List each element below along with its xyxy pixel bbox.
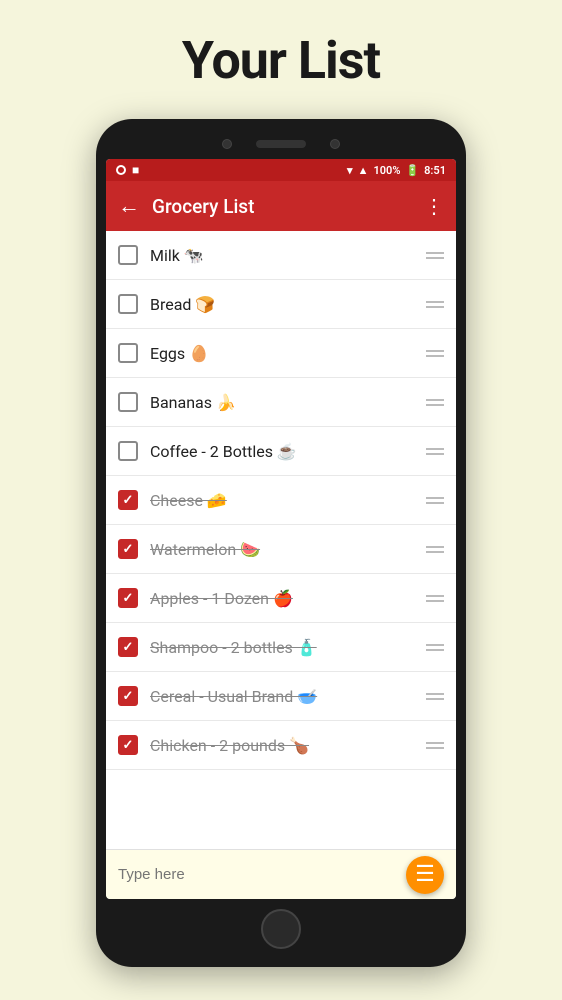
drag-handle[interactable] <box>426 644 444 651</box>
status-record-icon <box>116 165 126 175</box>
item-text: Shampoo - 2 bottles 🧴 <box>150 638 414 657</box>
add-icon: ☰ <box>415 864 435 886</box>
signal-icon: ▲ <box>358 164 369 177</box>
item-checkbox[interactable]: ✓ <box>118 588 138 608</box>
item-checkbox[interactable] <box>118 392 138 412</box>
item-checkbox[interactable]: ✓ <box>118 686 138 706</box>
checkmark-icon: ✓ <box>123 640 134 655</box>
list-item: Bread 🍞 <box>106 280 456 329</box>
bottom-bar: ☰ <box>106 849 456 899</box>
checkmark-icon: ✓ <box>123 493 134 508</box>
item-checkbox[interactable]: ✓ <box>118 490 138 510</box>
item-checkbox[interactable] <box>118 441 138 461</box>
drag-handle[interactable] <box>426 399 444 406</box>
type-here-input[interactable] <box>118 866 396 883</box>
drag-handle[interactable] <box>426 448 444 455</box>
item-checkbox[interactable] <box>118 343 138 363</box>
checkmark-icon: ✓ <box>123 542 134 557</box>
page-title: Your List <box>182 30 380 91</box>
item-checkbox[interactable]: ✓ <box>118 539 138 559</box>
toolbar-title: Grocery List <box>152 195 412 218</box>
phone-top-bar <box>106 133 456 159</box>
add-item-button[interactable]: ☰ <box>406 856 444 894</box>
item-checkbox[interactable] <box>118 245 138 265</box>
status-sim-icon: ■ <box>132 163 139 177</box>
list-item: Eggs 🥚 <box>106 329 456 378</box>
drag-handle[interactable] <box>426 497 444 504</box>
drag-handle[interactable] <box>426 595 444 602</box>
grocery-list: Milk 🐄 Bread 🍞 Eggs 🥚 Bananas 🍌 Coffee - 2 B… <box>106 231 456 849</box>
item-checkbox[interactable]: ✓ <box>118 735 138 755</box>
battery-icon: 🔋 <box>405 164 419 177</box>
phone-bottom-bar <box>106 899 456 953</box>
item-text: Cereal - Usual Brand 🥣 <box>150 687 414 706</box>
list-item: Milk 🐄 <box>106 231 456 280</box>
checkmark-icon: ✓ <box>123 689 134 704</box>
checkmark-icon: ✓ <box>123 738 134 753</box>
wifi-icon: ▾ <box>347 164 353 177</box>
front-camera <box>222 139 232 149</box>
item-checkbox[interactable] <box>118 294 138 314</box>
item-text: Watermelon 🍉 <box>150 540 414 559</box>
item-text: Milk 🐄 <box>150 246 414 265</box>
drag-handle[interactable] <box>426 693 444 700</box>
toolbar: ← Grocery List ⋮ <box>106 181 456 231</box>
list-item: Bananas 🍌 <box>106 378 456 427</box>
phone-speaker <box>256 140 306 148</box>
item-text: Eggs 🥚 <box>150 344 414 363</box>
item-text: Apples - 1 Dozen 🍎 <box>150 589 414 608</box>
list-item: ✓ Cereal - Usual Brand 🥣 <box>106 672 456 721</box>
drag-handle[interactable] <box>426 742 444 749</box>
list-item: ✓ Apples - 1 Dozen 🍎 <box>106 574 456 623</box>
item-text: Cheese 🧀 <box>150 491 414 510</box>
item-text: Bananas 🍌 <box>150 393 414 412</box>
front-sensor <box>330 139 340 149</box>
status-left: ■ <box>116 163 139 177</box>
list-item: Coffee - 2 Bottles ☕ <box>106 427 456 476</box>
status-bar: ■ ▾ ▲ 100% 🔋 8:51 <box>106 159 456 181</box>
drag-handle[interactable] <box>426 546 444 553</box>
item-checkbox[interactable]: ✓ <box>118 637 138 657</box>
phone-screen: ■ ▾ ▲ 100% 🔋 8:51 ← Grocery List ⋮ Milk … <box>106 159 456 899</box>
home-button[interactable] <box>261 909 301 949</box>
phone-device: ■ ▾ ▲ 100% 🔋 8:51 ← Grocery List ⋮ Milk … <box>96 119 466 967</box>
battery-text: 100% <box>373 164 400 177</box>
item-text: Chicken - 2 pounds 🍗 <box>150 736 414 755</box>
list-item: ✓ Cheese 🧀 <box>106 476 456 525</box>
drag-handle[interactable] <box>426 350 444 357</box>
back-button[interactable]: ← <box>118 193 140 219</box>
list-item: ✓ Watermelon 🍉 <box>106 525 456 574</box>
checkmark-icon: ✓ <box>123 591 134 606</box>
drag-handle[interactable] <box>426 252 444 259</box>
drag-handle[interactable] <box>426 301 444 308</box>
menu-button[interactable]: ⋮ <box>424 194 444 218</box>
status-right: ▾ ▲ 100% 🔋 8:51 <box>347 164 446 177</box>
item-text: Coffee - 2 Bottles ☕ <box>150 442 414 461</box>
list-item: ✓ Chicken - 2 pounds 🍗 <box>106 721 456 770</box>
item-text: Bread 🍞 <box>150 295 414 314</box>
time-display: 8:51 <box>424 164 446 177</box>
list-item: ✓ Shampoo - 2 bottles 🧴 <box>106 623 456 672</box>
